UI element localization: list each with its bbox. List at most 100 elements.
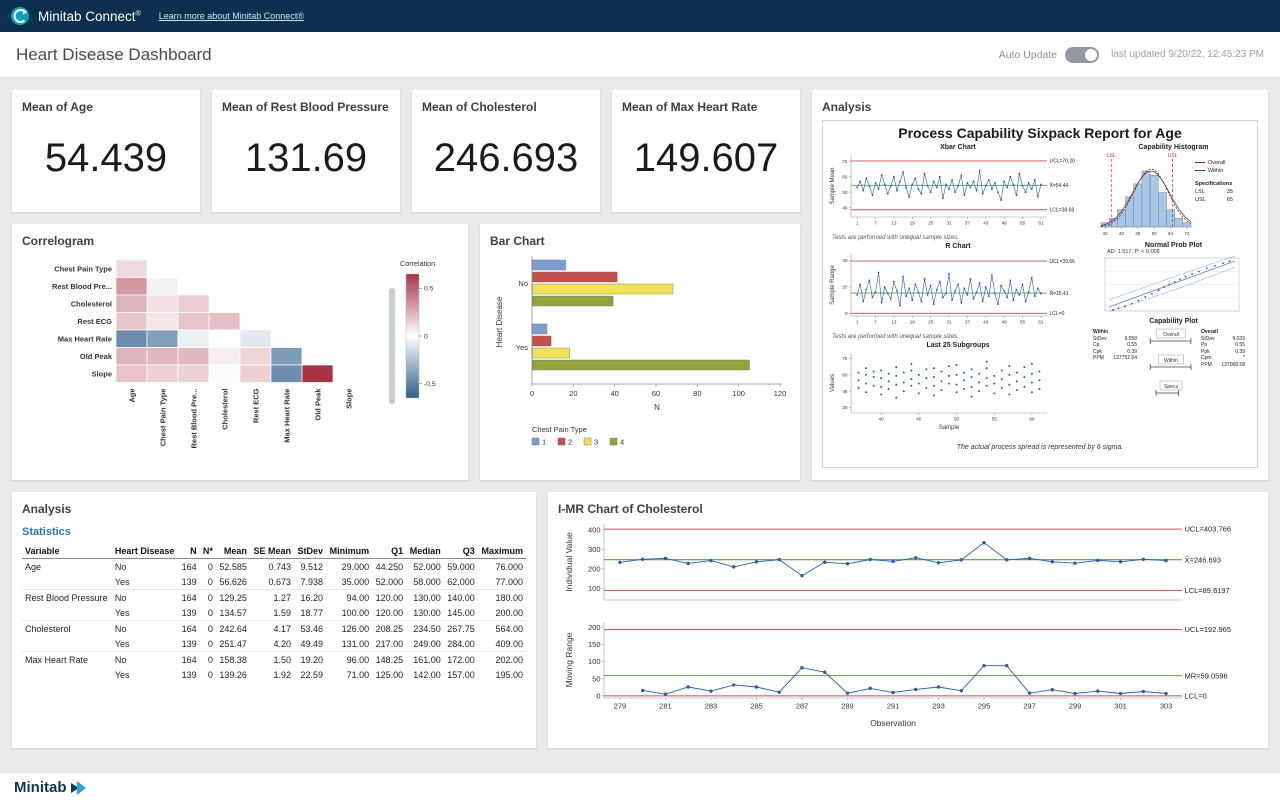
svg-text:400: 400 [588,525,601,534]
svg-text:13: 13 [891,221,897,226]
minitab-connect-logo-icon[interactable] [10,6,30,26]
panel-title: I-MR Chart of Cholesterol [558,502,1258,516]
svg-text:32: 32 [1103,231,1109,236]
svg-text:0: 0 [596,692,600,701]
svg-text:297: 297 [1023,702,1036,711]
svg-text:200: 200 [588,623,601,632]
svg-text:Chest Pain Type: Chest Pain Type [54,264,112,273]
column-header: Median [406,544,444,559]
svg-text:Moving Range: Moving Range [564,632,574,687]
overall-stats-block: OverallStDev9.039Pp0.55Ppk0.39Cpm*PPM137… [1201,325,1249,403]
toggle-knob [1085,49,1097,61]
column-header: Mean [216,544,250,559]
svg-text:43: 43 [983,221,989,226]
svg-text:UCL=192.965: UCL=192.965 [1185,625,1232,634]
svg-text:Cholesterol: Cholesterol [71,299,112,308]
svg-text:X̄=54.44: X̄=54.44 [1050,182,1069,189]
svg-text:LCL=0: LCL=0 [1050,311,1065,317]
bar-chart-canvas: NoYes020406080100120NHeart DiseaseChest … [490,248,790,460]
svg-text:303: 303 [1160,702,1173,711]
svg-text:61: 61 [1038,320,1044,325]
statistics-section-heading[interactable]: Statistics [22,526,526,538]
svg-text:300: 300 [588,545,601,554]
scrollbar[interactable] [389,288,395,404]
svg-text:70: 70 [842,159,848,164]
svg-text:37: 37 [965,320,971,325]
svg-text:Cholesterol: Cholesterol [220,389,229,430]
svg-text:279: 279 [614,702,627,711]
svg-text:295: 295 [978,702,991,711]
column-header: N [178,544,199,559]
capability-histogram-title: Capability Histogram [1093,144,1254,151]
svg-text:37: 37 [965,221,971,226]
kpi-value: 149.607 [622,136,790,181]
svg-text:40: 40 [1119,231,1125,236]
overall-line-swatch [1195,162,1205,163]
minitab-logo[interactable]: Minitab [14,779,67,796]
svg-text:-0.5: -0.5 [424,381,436,388]
page-title: Heart Disease Dashboard [16,45,212,65]
svg-text:30: 30 [842,405,848,410]
svg-text:1: 1 [542,438,546,447]
last25-subgroups-chart: 304560754045505560ValuesSample [826,349,1090,441]
svg-text:Slope: Slope [92,369,112,378]
svg-text:Chest Pain Type: Chest Pain Type [532,425,587,434]
svg-text:USL: USL [1168,153,1178,159]
svg-text:43: 43 [983,320,989,325]
svg-text:293: 293 [932,702,945,711]
svg-text:61: 61 [1038,221,1044,226]
svg-text:100: 100 [588,657,601,666]
svg-text:0.5: 0.5 [424,286,434,293]
table-row: Yes139056.6260.6737.93835.00052.00058.00… [22,574,526,590]
svg-text:48: 48 [1135,231,1141,236]
svg-text:72: 72 [1184,231,1190,236]
panel-title: Analysis [822,100,1258,114]
svg-text:Max Heart Rate: Max Heart Rate [58,334,112,343]
svg-text:0: 0 [424,333,428,340]
svg-text:55: 55 [1020,320,1026,325]
column-header: StDev [294,544,326,559]
svg-text:56: 56 [1152,231,1158,236]
svg-text:40: 40 [610,389,618,398]
column-header: Q3 [444,544,478,559]
svg-text:40: 40 [842,205,848,210]
svg-text:13: 13 [891,320,897,325]
last25-chart-title: Last 25 Subgroups [826,342,1090,349]
svg-text:Old Peak: Old Peak [313,388,322,421]
svg-text:Rest Blood Pre...: Rest Blood Pre... [189,389,198,449]
table-row: Max Heart RateNo1640158.381.5019.2096.00… [22,652,526,668]
auto-update-toggle[interactable] [1065,47,1099,63]
svg-text:0: 0 [845,311,848,316]
svg-text:45: 45 [842,389,848,394]
correlogram-panel: Correlogram Chest Pain TypeRest Blood Pr… [12,224,468,480]
bar-chart-panel: Bar Chart NoYes020406080100120NHeart Dis… [480,224,800,480]
svg-text:19: 19 [910,221,916,226]
svg-text:60: 60 [842,174,848,179]
svg-text:45: 45 [916,417,922,422]
svg-text:100: 100 [588,584,601,593]
table-row: Rest Blood PressureNo1640129.251.2716.20… [22,590,526,606]
xbar-chart: UCL=70.20X̄=54.44LCL=38.6840506070171319… [826,151,1090,235]
kpi-value: 246.693 [422,136,590,181]
svg-text:UCL=403.766: UCL=403.766 [1185,525,1232,534]
svg-text:150: 150 [588,640,601,649]
r-chart-title: R Chart [826,243,1090,250]
kpi-value: 54.439 [22,136,190,181]
kpi-card-mean-max-heart-rate: Mean of Max Heart Rate 149.607 [612,90,800,212]
svg-text:Sample: Sample [939,425,960,431]
capability-plot-chart: OverallWithinSpecs [1141,325,1201,403]
svg-text:LSL: LSL [1107,153,1116,159]
kpi-card-mean-rest-blood-pressure: Mean of Rest Blood Pressure 131.69 [212,90,400,212]
svg-text:291: 291 [887,702,900,711]
learn-more-link[interactable]: Learn more about Minitab Connect® [159,11,304,21]
svg-text:Rest ECG: Rest ECG [77,317,112,326]
svg-text:Chest Pain Type: Chest Pain Type [158,389,167,447]
svg-text:Yes: Yes [516,343,528,352]
svg-text:50: 50 [592,674,600,683]
dashboard-header: Heart Disease Dashboard Auto Update last… [0,32,1280,78]
svg-text:49: 49 [1002,320,1008,325]
within-stats-block: WithinStDev9.058Cp0.55Cpk0.39PPM137752.6… [1093,325,1141,403]
svg-text:2: 2 [568,438,572,447]
svg-text:Correlation: Correlation [400,259,435,268]
imr-chart-panel: I-MR Chart of Cholesterol UCL=403.766X̄=… [548,492,1268,748]
